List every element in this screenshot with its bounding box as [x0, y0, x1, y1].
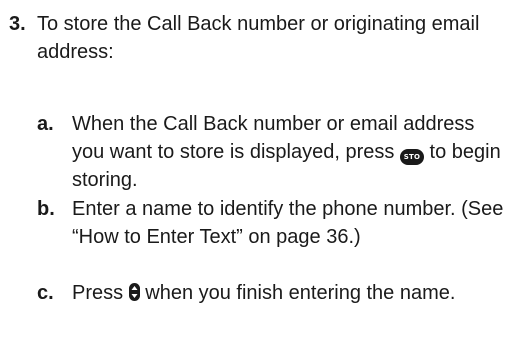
- substep-a-text: When the Call Back number or email addre…: [72, 110, 512, 194]
- step-text: To store the Call Back number or origina…: [37, 13, 480, 63]
- substep-c-text: Press when you finish entering the name.: [72, 279, 512, 307]
- substep-c-text-before: Press: [72, 282, 124, 304]
- substep-a-letter: a.: [37, 113, 54, 135]
- manual-page: 3. To store the Call Back number or orig…: [0, 0, 517, 342]
- substep-c-text-after: when you finish entering the name.: [145, 282, 456, 304]
- sto-key-icon: STO: [399, 149, 424, 165]
- substep-b-text: Enter a name to identify the phone numbe…: [72, 198, 504, 248]
- step-number: 3.: [9, 13, 26, 35]
- substep-b-letter: b.: [37, 198, 55, 220]
- navigation-key-icon: [128, 283, 140, 301]
- substep-c-letter: c.: [37, 282, 54, 304]
